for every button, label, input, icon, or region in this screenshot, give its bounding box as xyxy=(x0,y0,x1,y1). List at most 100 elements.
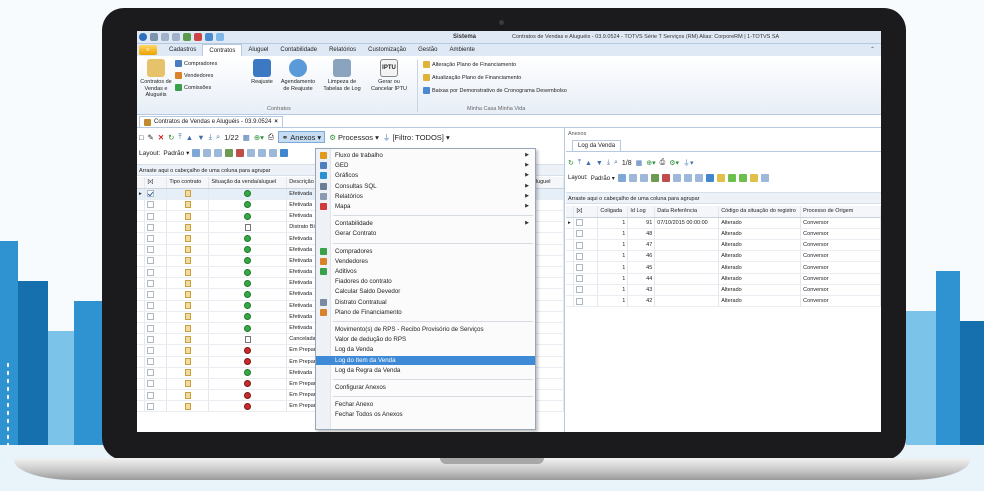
menu-item[interactable]: Calcular Saldo Devedor xyxy=(316,287,535,296)
print-icon[interactable]: ⎙ xyxy=(660,159,666,167)
select-cell[interactable] xyxy=(144,333,168,346)
row-checkbox[interactable] xyxy=(147,223,155,231)
columns-icon[interactable] xyxy=(672,174,681,182)
select-cell[interactable] xyxy=(144,300,168,312)
row-checkbox[interactable] xyxy=(147,380,155,388)
row-checkbox[interactable] xyxy=(147,201,155,209)
tab-cadastros[interactable]: Cadastros xyxy=(163,44,202,56)
row-checkbox[interactable] xyxy=(147,268,155,276)
export-icon[interactable] xyxy=(183,33,191,41)
binoculars-icon[interactable]: ⌕ xyxy=(614,159,618,167)
yellow-icon[interactable] xyxy=(749,174,758,182)
baixas-demonstrativo-button[interactable]: Baixas por Demonstrativo de Cronograma D… xyxy=(423,87,567,94)
app-logo-icon[interactable] xyxy=(139,33,147,41)
select-cell[interactable] xyxy=(144,288,168,301)
select-cell[interactable] xyxy=(144,356,168,368)
document-tab[interactable]: Contratos de Vendas e Aluguéis - 03.9.05… xyxy=(139,116,283,127)
layout-save-icon[interactable] xyxy=(192,149,201,157)
row-checkbox[interactable] xyxy=(576,286,584,294)
menu-item[interactable]: Plano de Financiamento xyxy=(316,308,535,317)
collapse-ribbon-icon[interactable]: ⌃ xyxy=(870,46,875,53)
row-checkbox[interactable] xyxy=(147,190,155,198)
add-icon[interactable]: ⊕▾ xyxy=(646,159,655,167)
tab-contratos[interactable]: Contratos xyxy=(202,44,243,56)
row-checkbox[interactable] xyxy=(147,324,155,332)
menu-item[interactable]: Consultas SQL ▶ xyxy=(316,182,535,191)
select-cell[interactable] xyxy=(144,367,168,379)
chart-icon[interactable] xyxy=(705,174,714,182)
green-icon[interactable] xyxy=(727,174,736,182)
select-cell[interactable] xyxy=(573,273,599,285)
last-page-icon[interactable]: ⤓ xyxy=(607,159,610,167)
previous-page-icon[interactable]: ▲ xyxy=(585,160,592,167)
menu-item[interactable]: Gráficos ▶ xyxy=(316,171,535,180)
processos-button[interactable]: ⚙ Processos ▾ xyxy=(329,133,379,142)
column-header-coligada[interactable]: Coligada xyxy=(597,206,629,218)
column-header-situacao[interactable]: Situação da venda/aluguel xyxy=(208,177,288,189)
add-icon[interactable]: ⊕▾ xyxy=(254,133,264,142)
tools-icon[interactable] xyxy=(194,33,202,41)
menu-item[interactable]: Aditivos xyxy=(316,267,535,276)
tab-contabilidade[interactable]: Contabilidade xyxy=(274,44,323,56)
export-icon[interactable] xyxy=(650,174,659,182)
row-checkbox[interactable] xyxy=(147,246,155,254)
column-header-id-log[interactable]: Id Log xyxy=(627,206,656,218)
filter-button[interactable]: ⏚ [Filtro: TODOS] ▾ xyxy=(383,132,450,143)
menu-item[interactable]: Configurar Anexos xyxy=(316,383,535,392)
tools-icon[interactable] xyxy=(661,174,670,182)
row-checkbox[interactable] xyxy=(576,241,584,249)
comissoes-button[interactable]: Comissões xyxy=(175,84,211,91)
chart-icon[interactable] xyxy=(280,149,289,157)
select-cell[interactable] xyxy=(144,255,168,268)
menu-item[interactable]: Movimento(s) de RPS - Recibo Provisório … xyxy=(316,325,535,334)
column-header-tipo[interactable]: Tipo contrato xyxy=(166,177,210,189)
menu-item[interactable]: Relatórios ▶ xyxy=(316,192,535,201)
column-header-select[interactable]: [x] xyxy=(144,177,168,189)
help-icon[interactable] xyxy=(205,33,213,41)
filter-panel-icon[interactable] xyxy=(716,174,725,182)
row-checkbox[interactable] xyxy=(576,297,584,305)
alteracao-plano-button[interactable]: Alteração Plano de Financiamento xyxy=(423,61,516,68)
table-row[interactable]: ▸ 1 91 07/10/2015 00:00:00 Alterado Conversor xyxy=(566,217,881,229)
row-checkbox[interactable] xyxy=(147,369,155,377)
limpeza-log-button[interactable]: Limpeza de Tabelas de Log xyxy=(321,59,363,92)
last-page-icon[interactable]: ⤓ xyxy=(209,132,212,142)
select-cell[interactable] xyxy=(573,261,599,274)
select-cell[interactable] xyxy=(573,239,599,252)
refresh-icon[interactable]: ↻ xyxy=(568,159,574,167)
export-icon[interactable] xyxy=(225,149,234,157)
select-cell[interactable] xyxy=(573,217,599,229)
vendedores-button[interactable]: Vendedores xyxy=(175,72,213,79)
tab-customizacao[interactable]: Customização xyxy=(362,44,412,56)
process-icon[interactable]: ⚙▾ xyxy=(669,159,679,167)
layout-icon[interactable] xyxy=(203,149,212,157)
select-cell[interactable] xyxy=(573,295,599,308)
tab-gestao[interactable]: Gestão xyxy=(412,44,443,56)
tools-icon[interactable] xyxy=(236,149,245,157)
row-checkbox[interactable] xyxy=(147,257,155,265)
file-menu-button[interactable]: ≡ xyxy=(139,45,157,55)
row-checkbox[interactable] xyxy=(147,346,155,354)
previous-page-icon[interactable]: ▲ xyxy=(186,133,193,142)
calendar-icon[interactable]: ▦ xyxy=(243,133,250,142)
table-row[interactable]: 1 43 Alterado Conversor xyxy=(566,284,881,297)
menu-item[interactable]: Log da Venda xyxy=(316,345,535,354)
select-cell[interactable] xyxy=(573,228,599,241)
column-header-codigo[interactable]: Código da situação do registro xyxy=(718,206,802,218)
row-checkbox[interactable] xyxy=(147,279,155,287)
table-row[interactable]: 1 46 Alterado Conversor xyxy=(566,250,881,263)
text-icon[interactable] xyxy=(760,174,769,182)
row-checkbox[interactable] xyxy=(147,358,155,366)
refresh-icon[interactable]: ↻ xyxy=(168,133,174,142)
menu-item[interactable]: Fechar Anexo xyxy=(316,400,535,409)
next-page-icon[interactable]: ▼ xyxy=(596,160,603,167)
compradores-button[interactable]: Compradores xyxy=(175,60,217,67)
filter-icon[interactable]: ⏚▾ xyxy=(683,158,694,168)
row-checkbox[interactable] xyxy=(576,275,584,283)
window-icon[interactable] xyxy=(161,33,169,41)
tab-log-da-venda[interactable]: Log da Venda xyxy=(572,140,622,151)
gerar-iptu-button[interactable]: IPTU Gerar ou Cancelar IPTU xyxy=(367,59,411,92)
select-cell[interactable] xyxy=(144,344,168,357)
contratos-vendas-button[interactable]: Contratos de Vendas e Aluguéis xyxy=(139,59,173,99)
menu-item[interactable]: Valor de dedução do RPS xyxy=(316,335,535,344)
